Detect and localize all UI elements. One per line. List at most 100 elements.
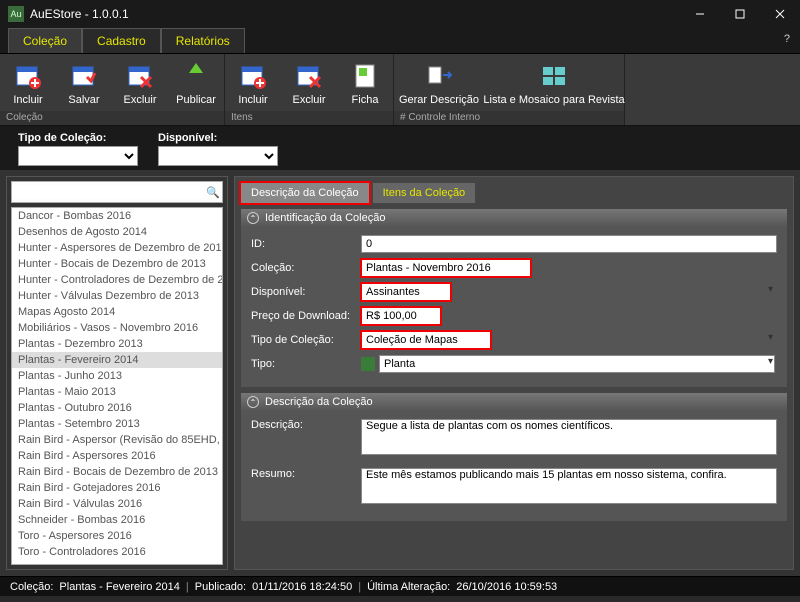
ribbon-btn-lista-e-mosaico-para-revista[interactable]: Lista e Mosaico para Revista: [484, 58, 624, 108]
descricao-label: Descrição:: [251, 419, 351, 431]
section-identificacao: ⌃ Identificação da Coleção ID: Coleção: …: [241, 209, 787, 387]
list-item[interactable]: Toro - Controladores 2016: [12, 544, 222, 560]
add-icon: [237, 60, 269, 92]
window-title: AuEStore - 1.0.0.1: [30, 7, 680, 21]
ribbon-btn-label: Salvar: [68, 94, 99, 106]
filter-tipo-label: Tipo de Coleção:: [18, 132, 138, 144]
tab-colecao[interactable]: Coleção: [8, 28, 82, 53]
ribbon-group: Gerar Descrição Lista e Mosaico para Revi…: [394, 54, 625, 125]
list-item[interactable]: Rain Bird - Aspersores 2016: [12, 448, 222, 464]
id-label: ID:: [251, 238, 351, 250]
ribbon-btn-excluir[interactable]: Excluir: [281, 58, 337, 108]
delete-icon: [293, 60, 325, 92]
list-item[interactable]: Hunter - Aspersores de Dezembro de 2013: [12, 240, 222, 256]
maximize-button[interactable]: [720, 0, 760, 28]
main-tabs: Coleção Cadastro Relatórios ?: [0, 28, 800, 54]
tipocol-label: Tipo de Coleção:: [251, 334, 351, 346]
search-input[interactable]: [12, 186, 204, 198]
list-item[interactable]: Rain Bird - Bocais de Dezembro de 2013: [12, 464, 222, 480]
ribbon-btn-label: Ficha: [352, 94, 379, 106]
status-colecao-value: Plantas - Fevereiro 2014: [59, 581, 179, 593]
list-item[interactable]: Rain Bird - Gotejadores 2016: [12, 480, 222, 496]
disponivel-select[interactable]: [361, 283, 451, 301]
close-icon: [775, 9, 785, 19]
list-item[interactable]: Plantas - Maio 2013: [12, 384, 222, 400]
titlebar: Au AuEStore - 1.0.0.1: [0, 0, 800, 28]
publish-icon: [180, 60, 212, 92]
tipocol-select[interactable]: [361, 331, 491, 349]
collection-list[interactable]: Dancor - Bombas 2016Desenhos de Agosto 2…: [11, 207, 223, 565]
add-icon: [12, 60, 44, 92]
colecao-field[interactable]: [361, 259, 531, 277]
ribbon-btn-label: Gerar Descrição: [399, 94, 479, 106]
id-field[interactable]: [361, 235, 777, 253]
ribbon-group-caption: Itens: [225, 111, 393, 125]
mosaico-icon: [538, 60, 570, 92]
maximize-icon: [735, 9, 745, 19]
list-item[interactable]: Dancor - Bombas 2016: [12, 208, 222, 224]
collapse-icon[interactable]: ⌃: [247, 396, 259, 408]
list-item[interactable]: Schneider - Bombas 2016: [12, 512, 222, 528]
ribbon-btn-incluir[interactable]: Incluir: [0, 58, 56, 108]
list-item[interactable]: Toro - Aspersores 2016: [12, 528, 222, 544]
tab-relatorios[interactable]: Relatórios: [161, 28, 245, 53]
filter-tipo-select[interactable]: [18, 146, 138, 166]
section-identificacao-title: Identificação da Coleção: [265, 212, 385, 224]
ribbon-btn-label: Excluir: [123, 94, 156, 106]
ribbon-btn-gerar-descrição[interactable]: Gerar Descrição: [394, 58, 484, 108]
filter-disponivel-select[interactable]: [158, 146, 278, 166]
tab-cadastro[interactable]: Cadastro: [82, 28, 161, 53]
list-item[interactable]: Plantas - Outubro 2016: [12, 400, 222, 416]
tipo-select[interactable]: [379, 355, 775, 373]
list-item[interactable]: Hunter - Válvulas Dezembro de 2013: [12, 288, 222, 304]
list-item[interactable]: Plantas - Fevereiro 2014: [12, 352, 222, 368]
main-panel: Descrição da Coleção Itens da Coleção ⌃ …: [234, 176, 794, 570]
list-item[interactable]: Hunter - Bocais de Dezembro de 2013: [12, 256, 222, 272]
ribbon-btn-publicar[interactable]: Publicar: [168, 58, 224, 108]
ribbon-btn-salvar[interactable]: Salvar: [56, 58, 112, 108]
preco-label: Preço de Download:: [251, 310, 351, 322]
panel-tabs: Descrição da Coleção Itens da Coleção: [241, 183, 787, 203]
minimize-button[interactable]: [680, 0, 720, 28]
panel-tab-descricao[interactable]: Descrição da Coleção: [241, 183, 369, 203]
ribbon-group-caption: Coleção: [0, 111, 224, 125]
preco-field[interactable]: [361, 307, 441, 325]
panel-tab-itens[interactable]: Itens da Coleção: [373, 183, 476, 203]
ribbon-btn-ficha[interactable]: Ficha: [337, 58, 393, 108]
gerar-icon: [423, 60, 455, 92]
ribbon-btn-label: Incluir: [13, 94, 42, 106]
search-icon[interactable]: 🔍: [204, 186, 222, 199]
filter-disponivel-label: Disponível:: [158, 132, 278, 144]
ribbon-btn-excluir[interactable]: Excluir: [112, 58, 168, 108]
resumo-label: Resumo:: [251, 468, 351, 480]
content: 🔍 Dancor - Bombas 2016Desenhos de Agosto…: [0, 170, 800, 576]
list-item[interactable]: Plantas - Setembro 2013: [12, 416, 222, 432]
save-icon: [68, 60, 100, 92]
list-item[interactable]: Rain Bird - Válvulas 2016: [12, 496, 222, 512]
descricao-textarea[interactable]: [361, 419, 777, 455]
close-button[interactable]: [760, 0, 800, 28]
ribbon-btn-incluir[interactable]: Incluir: [225, 58, 281, 108]
ribbon-btn-label: Publicar: [176, 94, 216, 106]
list-item[interactable]: Plantas - Junho 2013: [12, 368, 222, 384]
status-alteracao-value: 26/10/2016 10:59:53: [456, 581, 557, 593]
list-item[interactable]: Rain Bird - Aspersor (Revisão do 85EHD, …: [12, 432, 222, 448]
help-button[interactable]: ?: [784, 33, 790, 45]
list-item[interactable]: Desenhos de Agosto 2014: [12, 224, 222, 240]
collapse-icon[interactable]: ⌃: [247, 212, 259, 224]
resumo-textarea[interactable]: [361, 468, 777, 504]
ribbon-group: Incluir Excluir Ficha Itens: [225, 54, 394, 125]
list-item[interactable]: Mapas Agosto 2014: [12, 304, 222, 320]
list-item[interactable]: Hunter - Controladores de Dezembro de 20…: [12, 272, 222, 288]
ficha-icon: [349, 60, 381, 92]
ribbon-btn-label: Incluir: [238, 94, 267, 106]
section-descricao: ⌃ Descrição da Coleção Descrição: Resumo…: [241, 393, 787, 521]
disponivel-label: Disponível:: [251, 286, 351, 298]
statusbar: Coleção: Plantas - Fevereiro 2014 | Publ…: [0, 576, 800, 596]
ribbon-group: Incluir Salvar Excluir Publicar Coleção: [0, 54, 225, 125]
list-item[interactable]: Plantas - Dezembro 2013: [12, 336, 222, 352]
filter-row: Tipo de Coleção: Disponível:: [0, 126, 800, 170]
plant-icon: [361, 357, 375, 371]
ribbon-btn-label: Excluir: [292, 94, 325, 106]
list-item[interactable]: Mobiliários - Vasos - Novembro 2016: [12, 320, 222, 336]
